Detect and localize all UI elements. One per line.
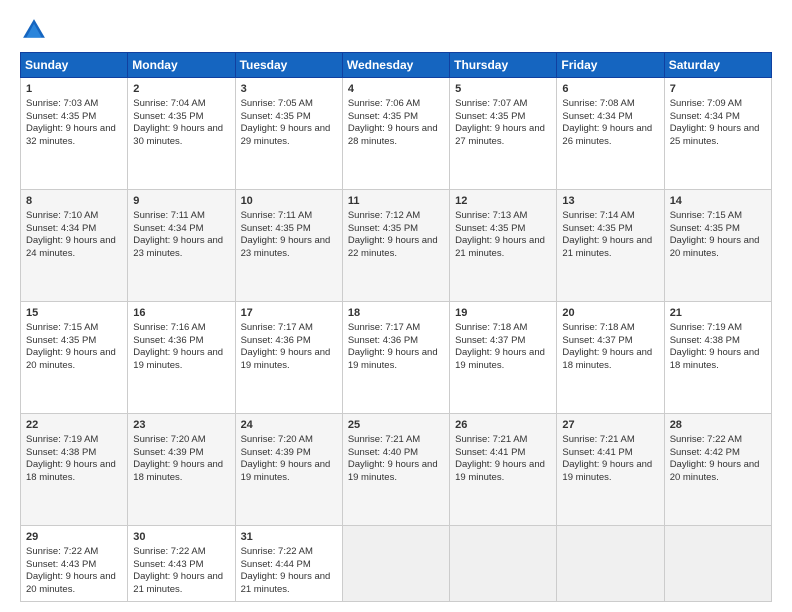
day-number: 7 <box>670 82 766 97</box>
day-cell: 11Sunrise: 7:12 AMSunset: 4:35 PMDayligh… <box>342 189 449 301</box>
day-cell: 14Sunrise: 7:15 AMSunset: 4:35 PMDayligh… <box>664 189 771 301</box>
day-cell: 25Sunrise: 7:21 AMSunset: 4:40 PMDayligh… <box>342 413 449 525</box>
col-header-monday: Monday <box>128 53 235 78</box>
col-header-thursday: Thursday <box>450 53 557 78</box>
day-cell: 10Sunrise: 7:11 AMSunset: 4:35 PMDayligh… <box>235 189 342 301</box>
day-number: 28 <box>670 418 766 433</box>
day-number: 11 <box>348 194 444 209</box>
day-cell: 24Sunrise: 7:20 AMSunset: 4:39 PMDayligh… <box>235 413 342 525</box>
calendar-table: SundayMondayTuesdayWednesdayThursdayFrid… <box>20 52 772 602</box>
day-cell: 12Sunrise: 7:13 AMSunset: 4:35 PMDayligh… <box>450 189 557 301</box>
day-number: 17 <box>241 306 337 321</box>
day-cell: 28Sunrise: 7:22 AMSunset: 4:42 PMDayligh… <box>664 413 771 525</box>
day-number: 3 <box>241 82 337 97</box>
day-number: 14 <box>670 194 766 209</box>
day-cell: 21Sunrise: 7:19 AMSunset: 4:38 PMDayligh… <box>664 301 771 413</box>
day-number: 22 <box>26 418 122 433</box>
day-cell: 3Sunrise: 7:05 AMSunset: 4:35 PMDaylight… <box>235 78 342 190</box>
day-number: 26 <box>455 418 551 433</box>
day-number: 9 <box>133 194 229 209</box>
page: SundayMondayTuesdayWednesdayThursdayFrid… <box>0 0 792 612</box>
day-number: 19 <box>455 306 551 321</box>
col-header-sunday: Sunday <box>21 53 128 78</box>
day-cell: 26Sunrise: 7:21 AMSunset: 4:41 PMDayligh… <box>450 413 557 525</box>
day-number: 10 <box>241 194 337 209</box>
day-cell: 23Sunrise: 7:20 AMSunset: 4:39 PMDayligh… <box>128 413 235 525</box>
day-cell: 19Sunrise: 7:18 AMSunset: 4:37 PMDayligh… <box>450 301 557 413</box>
calendar-body: 1Sunrise: 7:03 AMSunset: 4:35 PMDaylight… <box>21 78 772 602</box>
day-cell <box>342 525 449 601</box>
day-cell: 7Sunrise: 7:09 AMSunset: 4:34 PMDaylight… <box>664 78 771 190</box>
day-cell: 30Sunrise: 7:22 AMSunset: 4:43 PMDayligh… <box>128 525 235 601</box>
day-number: 2 <box>133 82 229 97</box>
day-cell: 5Sunrise: 7:07 AMSunset: 4:35 PMDaylight… <box>450 78 557 190</box>
logo <box>20 16 52 44</box>
day-number: 18 <box>348 306 444 321</box>
day-cell <box>450 525 557 601</box>
day-number: 23 <box>133 418 229 433</box>
header <box>20 16 772 44</box>
day-cell: 31Sunrise: 7:22 AMSunset: 4:44 PMDayligh… <box>235 525 342 601</box>
day-cell: 13Sunrise: 7:14 AMSunset: 4:35 PMDayligh… <box>557 189 664 301</box>
day-number: 21 <box>670 306 766 321</box>
day-cell: 2Sunrise: 7:04 AMSunset: 4:35 PMDaylight… <box>128 78 235 190</box>
day-cell: 4Sunrise: 7:06 AMSunset: 4:35 PMDaylight… <box>342 78 449 190</box>
day-number: 5 <box>455 82 551 97</box>
col-header-tuesday: Tuesday <box>235 53 342 78</box>
day-number: 8 <box>26 194 122 209</box>
day-cell: 15Sunrise: 7:15 AMSunset: 4:35 PMDayligh… <box>21 301 128 413</box>
column-headers: SundayMondayTuesdayWednesdayThursdayFrid… <box>21 53 772 78</box>
day-cell <box>664 525 771 601</box>
day-cell: 18Sunrise: 7:17 AMSunset: 4:36 PMDayligh… <box>342 301 449 413</box>
day-cell: 1Sunrise: 7:03 AMSunset: 4:35 PMDaylight… <box>21 78 128 190</box>
day-number: 30 <box>133 530 229 545</box>
day-cell <box>557 525 664 601</box>
day-number: 4 <box>348 82 444 97</box>
day-number: 20 <box>562 306 658 321</box>
day-number: 16 <box>133 306 229 321</box>
col-header-wednesday: Wednesday <box>342 53 449 78</box>
day-number: 6 <box>562 82 658 97</box>
week-row-3: 15Sunrise: 7:15 AMSunset: 4:35 PMDayligh… <box>21 301 772 413</box>
day-number: 25 <box>348 418 444 433</box>
day-cell: 8Sunrise: 7:10 AMSunset: 4:34 PMDaylight… <box>21 189 128 301</box>
day-number: 15 <box>26 306 122 321</box>
day-cell: 27Sunrise: 7:21 AMSunset: 4:41 PMDayligh… <box>557 413 664 525</box>
day-number: 27 <box>562 418 658 433</box>
day-number: 12 <box>455 194 551 209</box>
day-number: 13 <box>562 194 658 209</box>
day-cell: 22Sunrise: 7:19 AMSunset: 4:38 PMDayligh… <box>21 413 128 525</box>
week-row-2: 8Sunrise: 7:10 AMSunset: 4:34 PMDaylight… <box>21 189 772 301</box>
day-cell: 6Sunrise: 7:08 AMSunset: 4:34 PMDaylight… <box>557 78 664 190</box>
logo-icon <box>20 16 48 44</box>
col-header-saturday: Saturday <box>664 53 771 78</box>
day-number: 1 <box>26 82 122 97</box>
day-cell: 16Sunrise: 7:16 AMSunset: 4:36 PMDayligh… <box>128 301 235 413</box>
day-cell: 29Sunrise: 7:22 AMSunset: 4:43 PMDayligh… <box>21 525 128 601</box>
col-header-friday: Friday <box>557 53 664 78</box>
day-number: 29 <box>26 530 122 545</box>
week-row-1: 1Sunrise: 7:03 AMSunset: 4:35 PMDaylight… <box>21 78 772 190</box>
day-cell: 20Sunrise: 7:18 AMSunset: 4:37 PMDayligh… <box>557 301 664 413</box>
day-number: 31 <box>241 530 337 545</box>
day-number: 24 <box>241 418 337 433</box>
day-cell: 9Sunrise: 7:11 AMSunset: 4:34 PMDaylight… <box>128 189 235 301</box>
week-row-5: 29Sunrise: 7:22 AMSunset: 4:43 PMDayligh… <box>21 525 772 601</box>
week-row-4: 22Sunrise: 7:19 AMSunset: 4:38 PMDayligh… <box>21 413 772 525</box>
day-cell: 17Sunrise: 7:17 AMSunset: 4:36 PMDayligh… <box>235 301 342 413</box>
